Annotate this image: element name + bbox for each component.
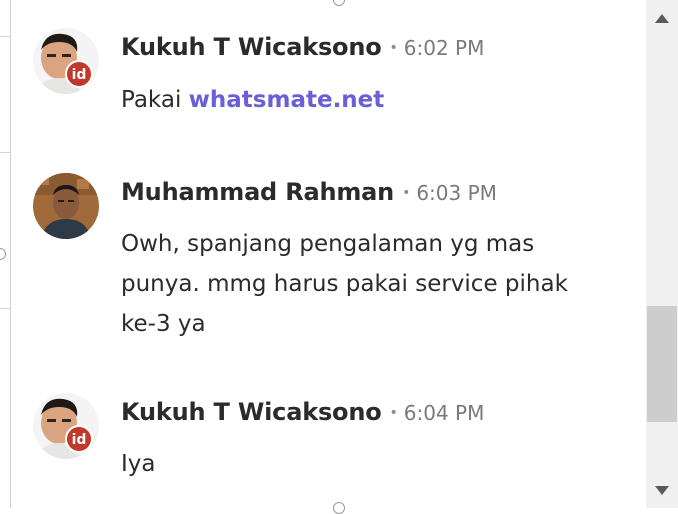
resize-handle-left[interactable] — [0, 248, 6, 260]
triangle-up-icon — [655, 13, 669, 23]
message-thread-panel[interactable]: id Kukuh T Wicaksono • 6:02 PM Pakai whats… — [10, 0, 646, 508]
triangle-down-icon — [655, 485, 669, 495]
separator-dot: • — [389, 405, 398, 421]
avatar-kukuh-icon: id — [33, 393, 99, 459]
sender-name[interactable]: Kukuh T Wicaksono — [121, 398, 382, 426]
message-time: 6:02 PM — [403, 36, 485, 60]
scroll-up-button[interactable] — [646, 0, 678, 36]
avatar-badge: id — [72, 67, 87, 83]
avatar-kukuh-icon: id — [33, 28, 99, 94]
background-divider — [0, 36, 10, 37]
message-header: Kukuh T Wicaksono • 6:04 PM — [121, 398, 484, 426]
vertical-scrollbar[interactable] — [646, 0, 678, 508]
resize-handle-bottom[interactable] — [333, 502, 345, 514]
scroll-down-button[interactable] — [646, 472, 678, 508]
background-divider — [0, 308, 10, 309]
message-text-prefix: Pakai — [121, 87, 189, 113]
chat-window: id Kukuh T Wicaksono • 6:02 PM Pakai whats… — [0, 0, 678, 514]
message-header: Kukuh T Wicaksono • 6:02 PM — [121, 33, 484, 61]
message-link[interactable]: whatsmate.net — [189, 87, 385, 113]
separator-dot: • — [389, 40, 398, 56]
scroll-thumb[interactable] — [647, 306, 677, 422]
separator-dot: • — [402, 185, 411, 201]
avatar[interactable] — [33, 173, 99, 239]
sender-name[interactable]: Muhammad Rahman — [121, 178, 394, 206]
avatar[interactable]: id — [33, 393, 99, 459]
avatar-badge: id — [72, 432, 87, 448]
message-text: Owh, spanjang pengalaman yg mas punya. m… — [121, 231, 568, 337]
background-divider — [0, 152, 10, 153]
sender-name[interactable]: Kukuh T Wicaksono — [121, 33, 382, 61]
avatar[interactable]: id — [33, 28, 99, 94]
message-text: Pakai whatsmate.net — [121, 80, 601, 120]
message-header: Muhammad Rahman • 6:03 PM — [121, 178, 497, 206]
message-text: Iya — [121, 451, 156, 477]
avatar-muhammad-icon — [33, 173, 99, 239]
message-time: 6:03 PM — [416, 181, 497, 205]
message-time: 6:04 PM — [403, 401, 485, 425]
